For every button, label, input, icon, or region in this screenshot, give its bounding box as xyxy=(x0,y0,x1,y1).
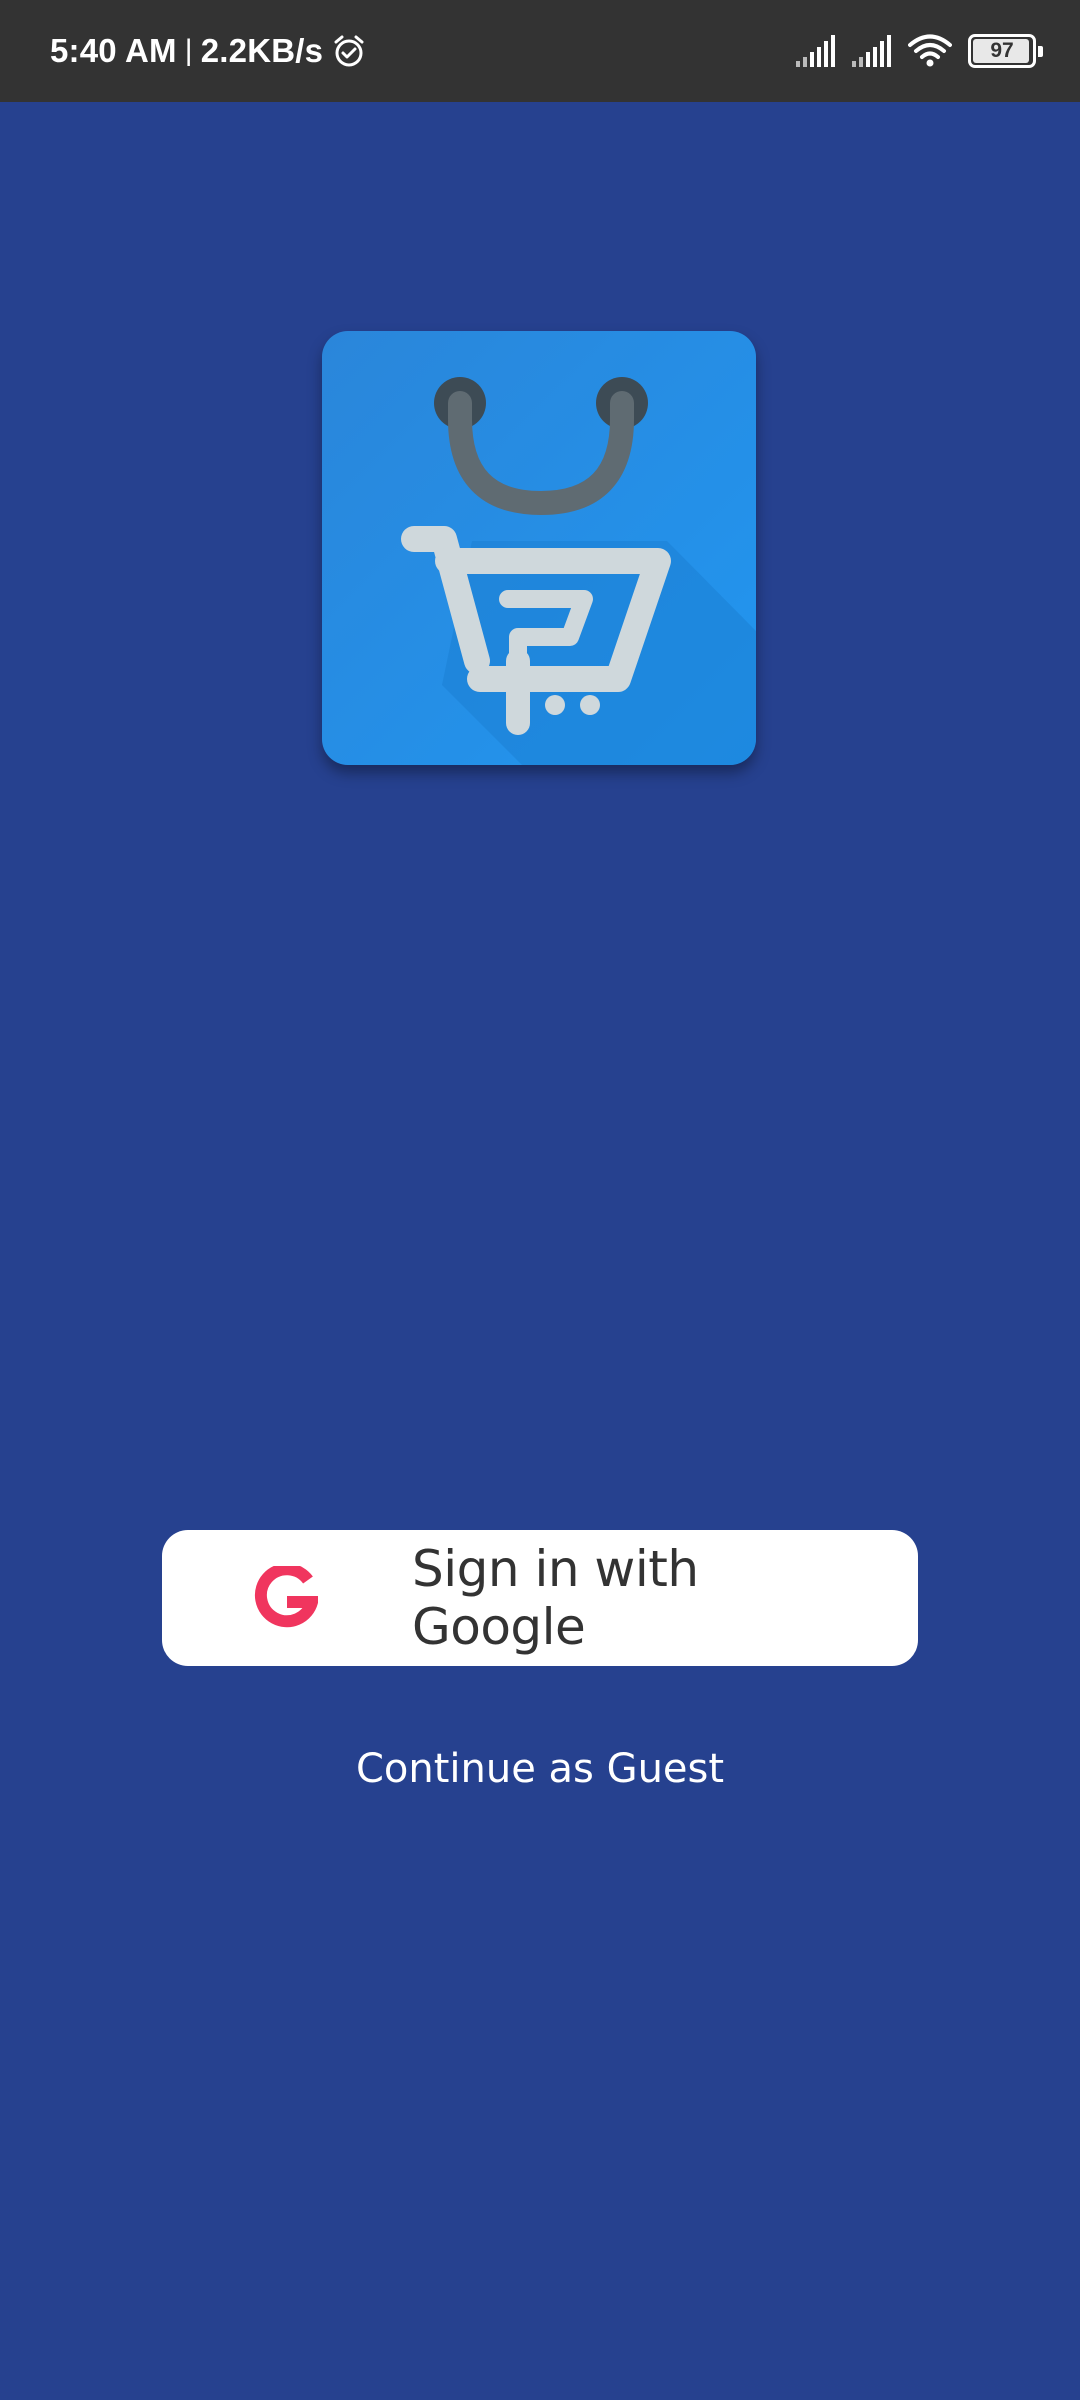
battery-indicator: 97 xyxy=(968,34,1043,68)
status-time: 5:40 AM xyxy=(50,32,177,69)
wifi-icon xyxy=(908,34,952,67)
cell-signal-icon xyxy=(796,35,835,67)
cell-signal-icon xyxy=(852,35,891,67)
shopping-bag-cart-icon xyxy=(322,331,756,765)
sign-in-with-google-button[interactable]: Sign in with Google xyxy=(162,1530,918,1666)
google-g-icon xyxy=(254,1566,318,1628)
battery-cap xyxy=(1038,46,1043,57)
network-speed: 2.2KB/s xyxy=(200,32,324,69)
status-bar: 5:40 AM | 2.2KB/s 97 xyxy=(0,0,1080,102)
google-button-label: Sign in with Google xyxy=(412,1540,699,1656)
status-right: 97 xyxy=(782,0,1043,102)
app-logo xyxy=(322,331,756,765)
status-separator: | xyxy=(184,34,193,67)
alarm-clock-icon xyxy=(334,35,364,67)
battery-level: 97 xyxy=(990,39,1014,62)
continue-as-guest-link[interactable]: Continue as Guest xyxy=(0,1746,1080,1806)
status-left: 5:40 AM | 2.2KB/s xyxy=(50,0,367,102)
